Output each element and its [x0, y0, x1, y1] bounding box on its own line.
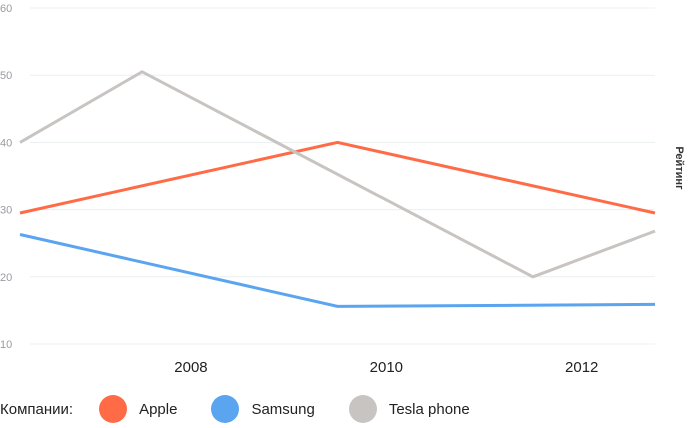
series-lines	[19, 70, 656, 308]
legend-label-tesla-phone: Tesla phone	[388, 400, 470, 418]
y-tick-label: 20	[0, 272, 12, 284]
y-tick-label: 30	[0, 205, 12, 217]
series-line-samsung[interactable]	[19, 233, 656, 308]
legend-swatch-tesla-phone	[348, 395, 377, 423]
legend-item-apple[interactable]: Apple	[99, 395, 177, 423]
y-axis-ticks: 10 20 30 40 50 60	[0, 3, 12, 351]
legend: Компании: Apple Samsung Tesla phone	[0, 390, 504, 428]
legend-swatch-samsung	[211, 395, 240, 423]
series-line-apple[interactable]	[19, 140, 656, 215]
legend-item-tesla-phone[interactable]: Tesla phone	[348, 395, 470, 423]
y-tick-label: 60	[0, 3, 12, 15]
series-line-tesla-phone[interactable]	[19, 70, 656, 279]
x-axis-ticks: 2008 2010 2012	[174, 359, 598, 376]
y-tick-label: 40	[0, 137, 12, 149]
y-tick-label: 50	[0, 70, 12, 82]
y-axis-label: Рейтинг	[673, 146, 685, 190]
legend-title: Компании:	[0, 400, 74, 418]
legend-label-samsung: Samsung	[251, 400, 315, 418]
line-chart: 10 20 30 40 50 60 2008 2010 2012 Рейтинг	[0, 3, 685, 376]
legend-item-samsung[interactable]: Samsung	[211, 395, 315, 423]
y-tick-label: 10	[0, 339, 12, 351]
x-tick-label: 2012	[565, 359, 598, 376]
x-tick-label: 2010	[370, 359, 403, 376]
legend-label-apple: Apple	[139, 400, 178, 418]
x-tick-label: 2008	[174, 359, 207, 376]
legend-swatch-apple	[99, 395, 128, 423]
